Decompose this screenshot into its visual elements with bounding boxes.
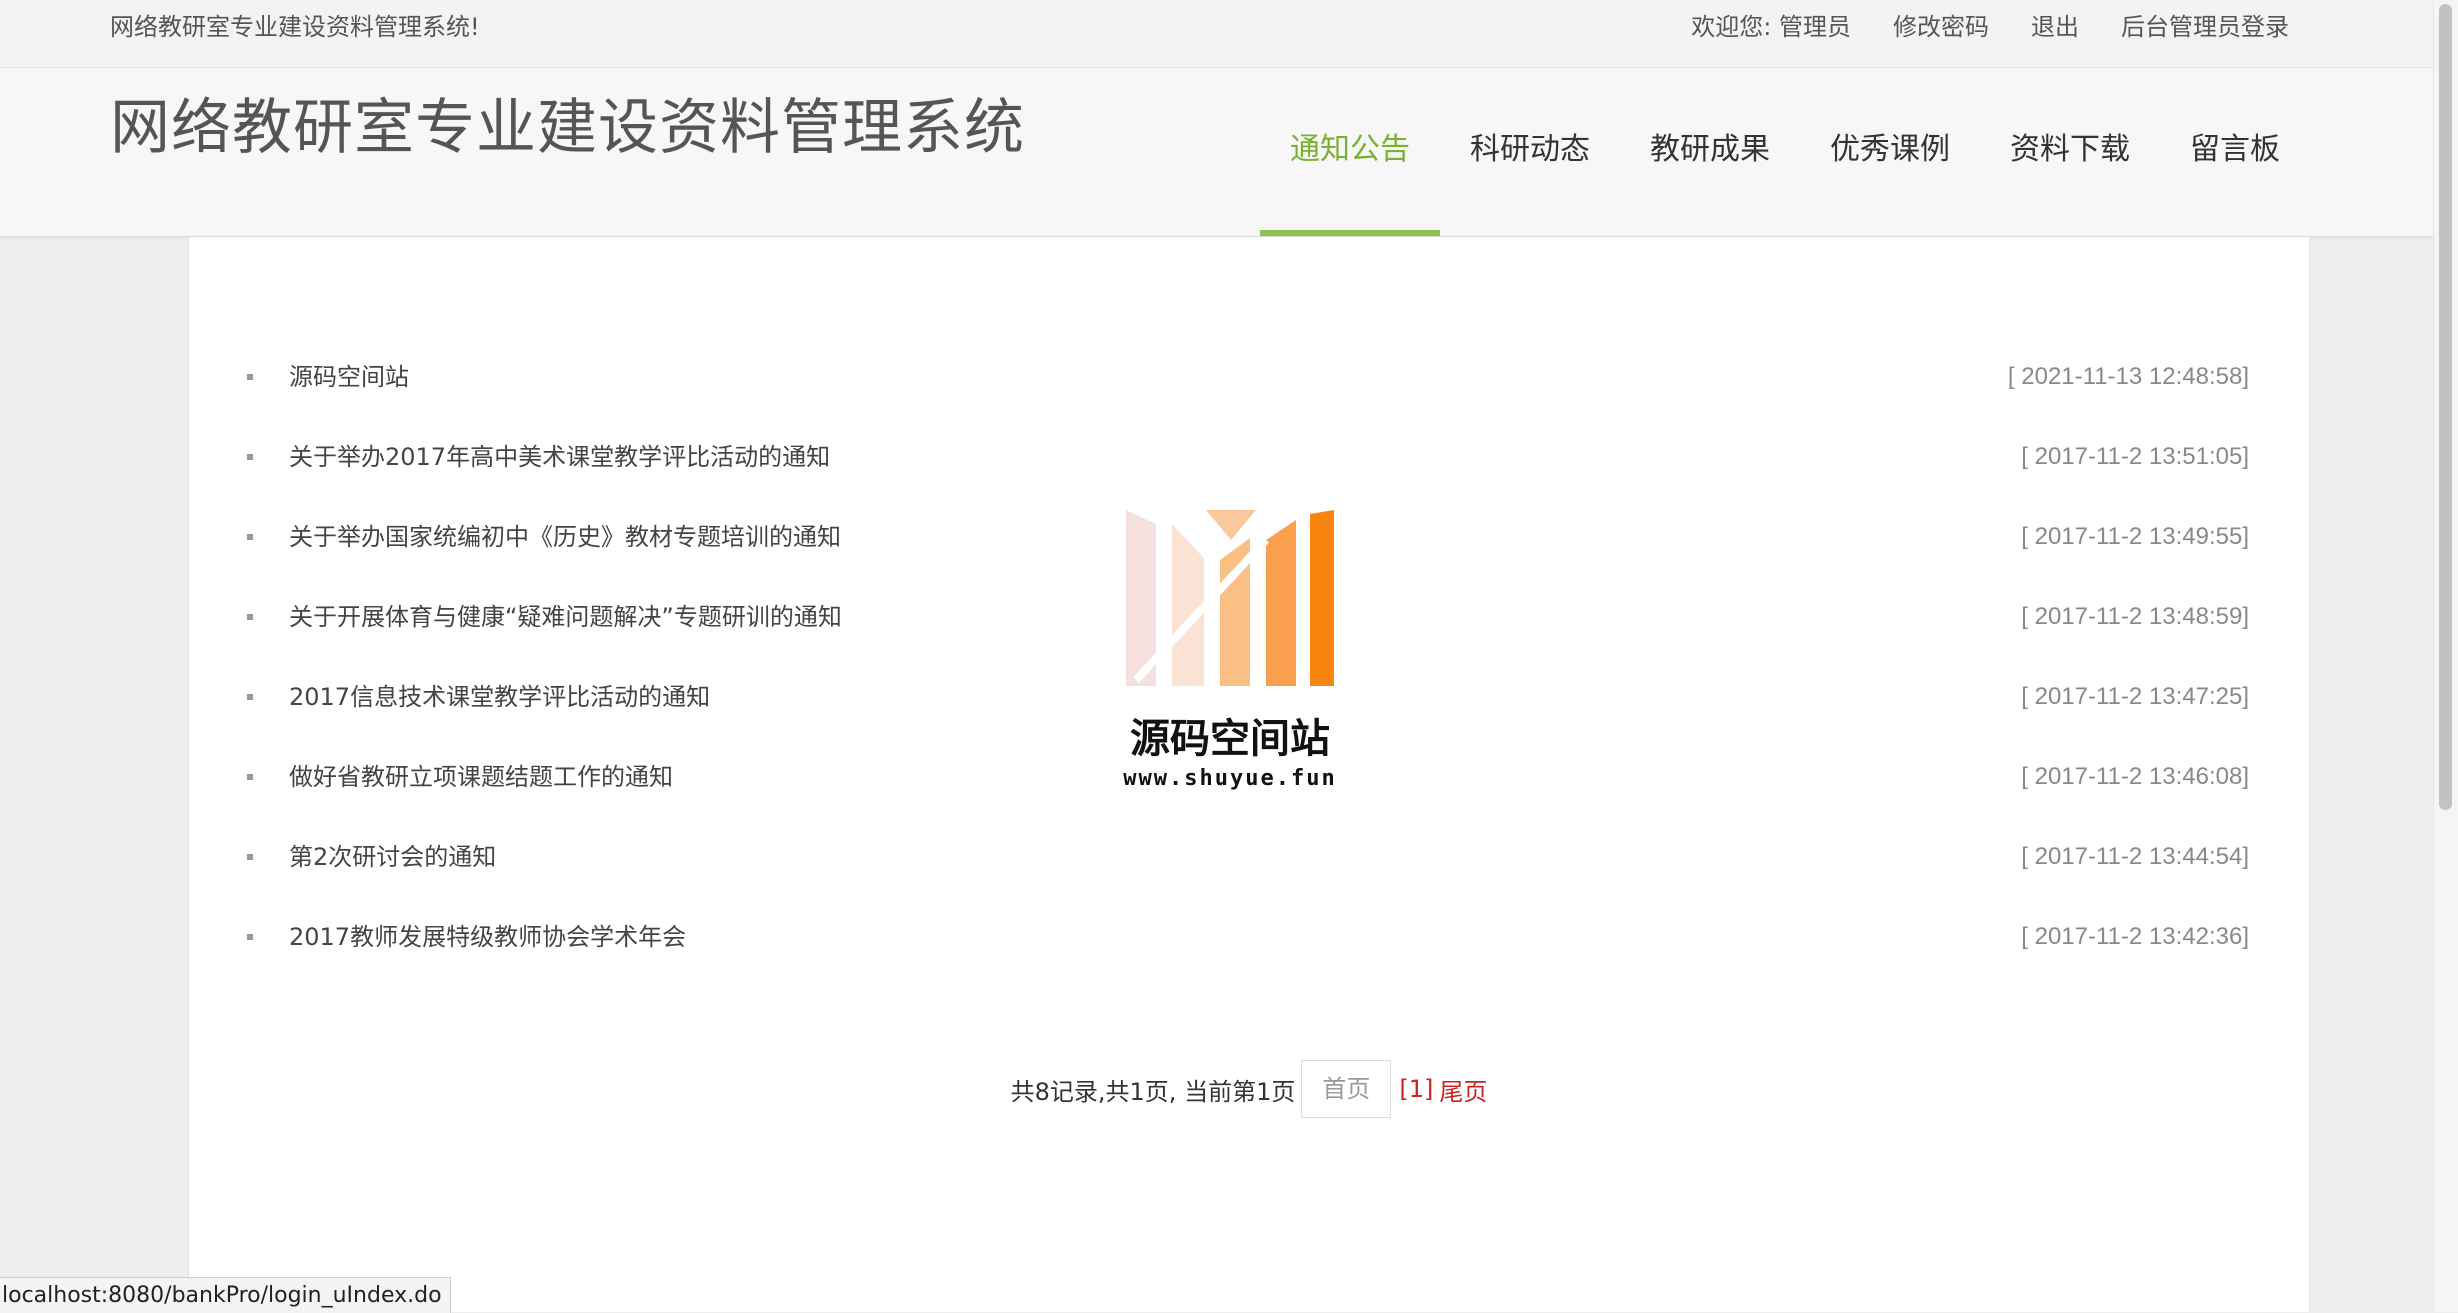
top-bar: 网络教研室专业建设资料管理系统! 欢迎您: 管理员 修改密码 退出 后台管理员登… (0, 0, 2434, 68)
bullet-icon (247, 694, 253, 700)
welcome-text: 欢迎您: 管理员 (1691, 13, 1851, 41)
notice-title-link[interactable]: 源码空间站 (289, 337, 409, 417)
bullet-icon (247, 614, 253, 620)
status-bar-url: localhost:8080/bankPro/login_uIndex.do (0, 1277, 451, 1313)
watermark-url: www.shuyue.fun (1123, 766, 1337, 791)
notice-date: [ 2017-11-2 13:47:25] (2021, 683, 2249, 710)
first-page-button[interactable]: 首页 (1301, 1060, 1392, 1118)
site-title: 网络教研室专业建设资料管理系统 (110, 93, 1025, 163)
site-slogan: 网络教研室专业建设资料管理系统! (110, 13, 480, 41)
list-item: 2017教师发展特级教师协会学术年会 [ 2017-11-2 13:42:36] (189, 897, 2309, 977)
pagination-summary: 共8记录,共1页, 当前第1页 (1010, 1077, 1296, 1106)
bullet-icon (247, 774, 253, 780)
notice-date: [ 2017-11-2 13:49:55] (2021, 523, 2249, 550)
notice-title-link[interactable]: 2017信息技术课堂教学评比活动的通知 (289, 657, 710, 737)
bullet-icon (247, 374, 253, 380)
notice-date: [ 2021-11-13 12:48:58] (2007, 363, 2249, 390)
page-scrollbar[interactable] (2433, 0, 2458, 1312)
notice-date: [ 2017-11-2 13:48:59] (2021, 603, 2249, 630)
scrollbar-thumb[interactable] (2439, 4, 2452, 810)
nav-item-research-results[interactable]: 教研成果 (1620, 68, 1800, 236)
logout-link[interactable]: 退出 (2031, 12, 2079, 42)
page-1-link[interactable]: [1] (1399, 1075, 1433, 1103)
notice-date: [ 2017-11-2 13:46:08] (2021, 763, 2249, 790)
watermark-title: 源码空间站 (1130, 716, 1330, 762)
admin-login-link[interactable]: 后台管理员登录 (2121, 12, 2289, 42)
notice-title-link[interactable]: 关于开展体育与健康“疑难问题解决”专题研训的通知 (289, 577, 842, 657)
change-password-link[interactable]: 修改密码 (1893, 12, 1989, 42)
list-item: 源码空间站 [ 2021-11-13 12:48:58] (189, 337, 2309, 417)
bullet-icon (247, 454, 253, 460)
notice-title-link[interactable]: 2017教师发展特级教师协会学术年会 (289, 897, 686, 977)
nav-item-downloads[interactable]: 资料下载 (1980, 68, 2160, 236)
notice-title-link[interactable]: 做好省教研立项课题结题工作的通知 (289, 737, 673, 817)
watermark-bars-icon (1126, 510, 1334, 686)
notice-title-link[interactable]: 第2次研讨会的通知 (289, 817, 496, 897)
site-header: 网络教研室专业建设资料管理系统 通知公告 科研动态 教研成果 优秀课例 资料下载… (0, 68, 2434, 237)
notice-date: [ 2017-11-2 13:44:54] (2021, 843, 2249, 870)
notice-title-link[interactable]: 关于举办2017年高中美术课堂教学评比活动的通知 (289, 417, 830, 497)
pagination: 共8记录,共1页, 当前第1页 首页 [1] 尾页 (189, 1059, 2309, 1119)
last-page-link[interactable]: 尾页 (1439, 1072, 1487, 1107)
bullet-icon (247, 934, 253, 940)
nav-item-notices[interactable]: 通知公告 (1260, 68, 1440, 236)
notice-date: [ 2017-11-2 13:42:36] (2021, 923, 2249, 950)
list-item: 第2次研讨会的通知 [ 2017-11-2 13:44:54] (189, 817, 2309, 897)
nav-item-excellent-lessons[interactable]: 优秀课例 (1800, 68, 1980, 236)
notice-title-link[interactable]: 关于举办国家统编初中《历史》教材专题培训的通知 (289, 497, 841, 577)
nav-item-message-board[interactable]: 留言板 (2160, 68, 2310, 236)
notice-date: [ 2017-11-2 13:51:05] (2021, 443, 2249, 470)
top-links: 欢迎您: 管理员 修改密码 退出 后台管理员登录 (1691, 12, 2289, 42)
bullet-icon (247, 534, 253, 540)
list-item: 关于举办2017年高中美术课堂教学评比活动的通知 [ 2017-11-2 13:… (189, 417, 2309, 497)
bullet-icon (247, 854, 253, 860)
watermark-logo: 源码空间站 www.shuyue.fun (1110, 510, 1350, 810)
nav-item-research-news[interactable]: 科研动态 (1440, 68, 1620, 236)
main-nav: 通知公告 科研动态 教研成果 优秀课例 资料下载 留言板 (1260, 68, 2310, 236)
